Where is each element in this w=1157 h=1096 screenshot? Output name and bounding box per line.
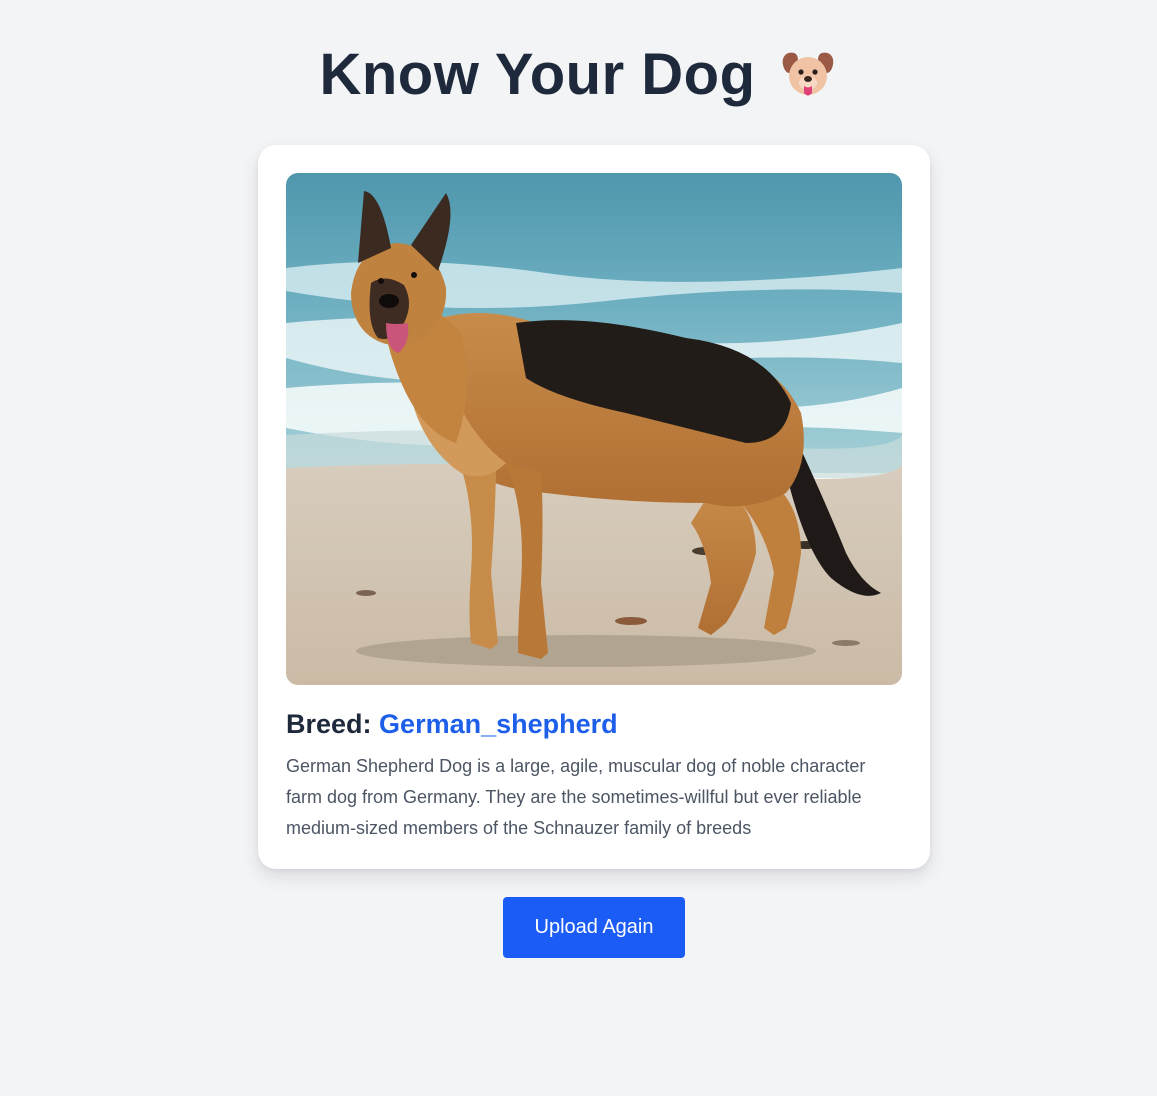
page: Know Your Dog Breed: German_shepherd Ger… xyxy=(0,0,1157,1096)
breed-label: Breed: xyxy=(286,709,372,739)
breed-description: German Shepherd Dog is a large, agile, m… xyxy=(286,756,866,838)
breed-value: German_shepherd xyxy=(379,709,618,739)
header: Know Your Dog xyxy=(0,40,1157,110)
result-card: Breed: German_shepherd German Shepherd D… xyxy=(258,145,930,869)
upload-again-button[interactable]: Upload Again xyxy=(503,897,685,958)
dog-photo xyxy=(286,173,902,685)
dog-face-icon xyxy=(782,52,833,96)
breed-heading: Breed: German_shepherd xyxy=(286,707,618,741)
page-title: Know Your Dog xyxy=(319,42,756,107)
